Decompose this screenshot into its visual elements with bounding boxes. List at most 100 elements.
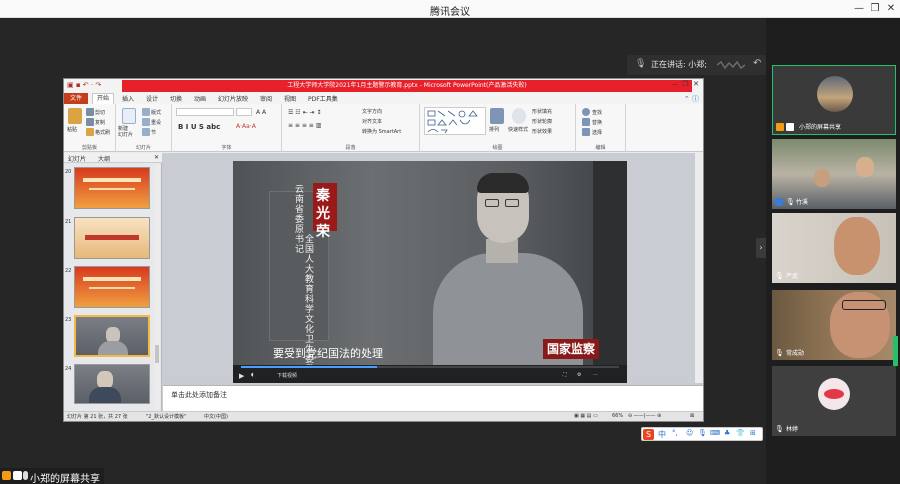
more-icon[interactable]: ⋯ bbox=[593, 372, 598, 378]
tab-review[interactable]: 审阅 bbox=[260, 94, 272, 103]
paste-button[interactable]: 粘贴 bbox=[67, 126, 77, 133]
cut-icon[interactable] bbox=[86, 108, 94, 116]
select-button[interactable]: 选择 bbox=[592, 129, 602, 136]
tab-file[interactable]: 文件 bbox=[64, 93, 88, 104]
participant-tile[interactable]: 🎙 严武 bbox=[772, 213, 896, 283]
slide-thumbnail-23[interactable] bbox=[74, 315, 150, 357]
find-icon[interactable] bbox=[582, 108, 590, 116]
tab-outline[interactable]: 大纲 bbox=[98, 154, 110, 163]
participant-tile[interactable]: 🎙 常成勋 bbox=[772, 290, 896, 360]
font-style-buttons[interactable]: B I U S abc bbox=[178, 123, 220, 131]
cut-button[interactable]: 剪切 bbox=[95, 109, 105, 116]
shapes-gallery[interactable] bbox=[424, 107, 486, 135]
tab-pdf-tools[interactable]: PDF工具集 bbox=[308, 94, 338, 103]
tab-home[interactable]: 开始 bbox=[92, 93, 115, 104]
notes-pane[interactable]: 单击此处添加备注 bbox=[163, 385, 703, 411]
back-arrow-icon[interactable]: ↶ bbox=[753, 58, 761, 69]
slide-scrollbar[interactable] bbox=[695, 153, 703, 383]
select-icon[interactable] bbox=[582, 128, 590, 136]
arrange-button[interactable]: 排列 bbox=[489, 126, 499, 133]
user-icon bbox=[775, 198, 783, 206]
voice-icon[interactable]: 🎙 bbox=[698, 429, 707, 437]
slide-thumbnail-21[interactable] bbox=[74, 217, 150, 259]
list-buttons[interactable]: ☰ ☷ ⇤ ⇥ ↕ bbox=[288, 109, 321, 116]
replace-button[interactable]: 替换 bbox=[592, 119, 602, 126]
align-text-button[interactable]: 对齐文本 bbox=[362, 118, 382, 125]
emoji-icon[interactable]: ☺ bbox=[686, 429, 693, 437]
share-user-icon bbox=[776, 123, 784, 131]
paste-icon[interactable] bbox=[68, 108, 82, 124]
participant-tile[interactable]: 🎙 竹溪 bbox=[772, 139, 896, 209]
group-drawing: 排列 快速样式 形状填充 形状轮廓 形状效果 绘图 bbox=[420, 104, 576, 152]
layout-button[interactable]: 版式 bbox=[151, 109, 161, 116]
find-button[interactable]: 查找 bbox=[592, 109, 602, 116]
tab-view[interactable]: 视图 bbox=[284, 94, 296, 103]
replace-icon[interactable] bbox=[582, 118, 590, 126]
copy-icon[interactable] bbox=[86, 118, 94, 126]
tab-slides[interactable]: 幻灯片 bbox=[68, 154, 86, 163]
shape-fill-button[interactable]: 形状填充 bbox=[532, 108, 552, 115]
tab-animations[interactable]: 动画 bbox=[194, 94, 206, 103]
close-button[interactable]: ✕ bbox=[882, 2, 900, 16]
font-family-select[interactable] bbox=[176, 108, 234, 116]
reset-button[interactable]: 重设 bbox=[151, 119, 161, 126]
volume-icon[interactable]: ◖ bbox=[251, 372, 254, 378]
view-buttons[interactable]: ▣ ▦ ▤ ▭ bbox=[574, 413, 598, 419]
section-icon[interactable] bbox=[142, 128, 150, 136]
close-pane-icon[interactable]: ✕ bbox=[154, 154, 159, 161]
thumbnails-scrollbar[interactable] bbox=[154, 165, 160, 409]
font-color-icon[interactable]: A·Aa·A bbox=[236, 123, 256, 130]
fit-slide-icon[interactable]: ⊠ bbox=[690, 413, 694, 419]
collapse-panel-button[interactable]: › bbox=[756, 238, 766, 258]
format-painter-icon[interactable] bbox=[86, 128, 94, 136]
arrange-icon[interactable] bbox=[490, 108, 504, 124]
align-buttons[interactable]: ≡ ≡ ≡ ≡ ▥ bbox=[288, 122, 321, 129]
copy-button[interactable]: 复制 bbox=[95, 119, 105, 126]
tab-slideshow[interactable]: 幻灯片放映 bbox=[218, 94, 248, 103]
ppt-window-controls[interactable]: — ❐ ✕ bbox=[671, 80, 699, 88]
zoom-slider[interactable]: ⊖ ——|—— ⊕ bbox=[628, 413, 661, 419]
glasses-icon bbox=[485, 199, 499, 207]
zoom-level[interactable]: 66% bbox=[612, 413, 623, 419]
quick-styles-icon[interactable] bbox=[512, 108, 526, 124]
reset-icon[interactable] bbox=[142, 118, 150, 126]
punctuation-icon[interactable]: °, bbox=[672, 429, 678, 437]
slide-thumbnail-20[interactable] bbox=[74, 167, 150, 209]
skin-icon[interactable]: ♣ bbox=[724, 429, 730, 437]
new-slide-button[interactable]: 新建 幻灯片 bbox=[118, 126, 133, 138]
help-icon[interactable]: ⌃ ⓘ bbox=[684, 94, 699, 104]
quick-access-toolbar[interactable]: ▣ ▪ ↶ · ↷ bbox=[67, 81, 101, 89]
play-icon[interactable]: ▶ bbox=[239, 372, 244, 380]
keyboard-icon[interactable]: ⌨ bbox=[710, 429, 720, 437]
font-size-select[interactable] bbox=[236, 108, 252, 116]
participant-tile[interactable]: 小郑的屏幕共享 bbox=[772, 65, 896, 135]
download-video-button[interactable]: 下载视频 bbox=[277, 372, 297, 379]
shape-outline-button[interactable]: 形状轮廓 bbox=[532, 118, 552, 125]
video-progress-bar[interactable] bbox=[241, 366, 619, 368]
participant-tile[interactable]: 🎙 林婷 bbox=[772, 366, 896, 436]
panel-scrollbar[interactable] bbox=[893, 336, 898, 366]
shape-effects-button[interactable]: 形状效果 bbox=[532, 128, 552, 135]
tab-design[interactable]: 设计 bbox=[146, 94, 158, 103]
format-painter-button[interactable]: 格式刷 bbox=[95, 129, 110, 136]
slide-thumbnail-24[interactable] bbox=[74, 364, 150, 404]
current-slide[interactable]: 秦光荣 云南省委原书记 全国人大教育科学文化卫生委员会原主任委员 要受到党纪国法… bbox=[233, 161, 627, 383]
font-grow-icon[interactable]: A A bbox=[256, 109, 266, 116]
tab-insert[interactable]: 插入 bbox=[122, 94, 134, 103]
slide-thumbnail-22[interactable] bbox=[74, 266, 150, 308]
new-slide-icon[interactable] bbox=[122, 108, 136, 124]
fullscreen-icon[interactable]: ⛶ bbox=[563, 372, 567, 378]
smartart-button[interactable]: 转换为 SmartArt bbox=[362, 128, 401, 135]
ime-toolbar[interactable]: S 中 °, ☺ 🎙 ⌨ ♣ 👕 ⊞ bbox=[641, 427, 763, 441]
tool-icon[interactable]: 👕 bbox=[736, 429, 745, 437]
quick-styles-button[interactable]: 快速样式 bbox=[508, 126, 528, 133]
layout-icon[interactable] bbox=[142, 108, 150, 116]
text-direction-button[interactable]: 文字方向 bbox=[362, 108, 382, 115]
tab-transitions[interactable]: 切换 bbox=[170, 94, 182, 103]
video-player-controls: ▶ ◖ 下载视频 ⛶ ⚙ ⋯ bbox=[233, 365, 627, 383]
menu-icon[interactable]: ⊞ bbox=[750, 429, 756, 437]
settings-icon[interactable]: ⚙ bbox=[577, 372, 581, 378]
ime-mode[interactable]: 中 bbox=[658, 429, 666, 440]
section-button[interactable]: 节 bbox=[151, 129, 156, 136]
sogou-icon[interactable]: S bbox=[643, 429, 654, 440]
